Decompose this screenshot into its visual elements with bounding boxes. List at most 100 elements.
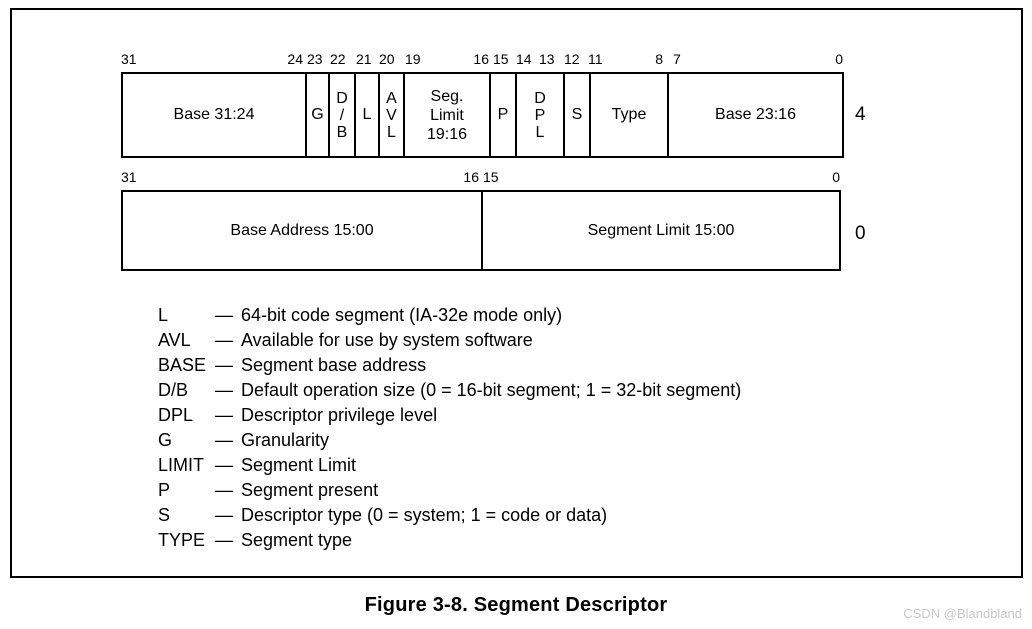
legend-dash-limit: — [215,455,233,475]
field-seg-limit-19-16-stack: Seg. Limit 19:16 [427,87,467,144]
field-base-23-16-label: Base 23:16 [715,106,796,123]
bit-label-12-high: 12 [564,51,580,67]
legend-dash-g: — [215,430,233,450]
field-base-address-15-00: Base Address 15:00 [123,192,483,269]
legend-description-type: Segment type [241,530,353,550]
legend-item-p: P — Segment present [158,478,741,503]
field-avl-line-3: L [387,123,396,141]
field-l-label: L [362,106,372,123]
legend-item-type: TYPE — Segment type [158,528,741,553]
offset-label-0: 0 [855,223,866,244]
field-dpl-stack: D P L [534,90,546,141]
field-db-line-3: B [336,123,348,141]
legend-dash-s: — [215,505,233,525]
field-avl-line-1: A [386,89,397,107]
field-avl-line-2: V [386,106,397,124]
legend-term-limit: LIMIT [158,455,205,475]
legend-item-limit: LIMIT — Segment Limit [158,453,741,478]
field-segment-limit-15-00: Segment Limit 15:00 [483,192,839,269]
field-db-stack: D / B [336,90,348,141]
field-db: D / B [330,74,356,156]
field-seg-limit-line-2: Limit [430,106,464,124]
field-segment-limit-label: Segment Limit 15:00 [587,221,735,239]
legend-dash-type: — [215,530,233,550]
legend-item-db: D/B — Default operation size (0 = 16-bit… [158,378,741,403]
field-s-label: S [571,106,583,123]
field-seg-limit-line-1: Seg. [430,87,464,105]
field-db-line-1: D [336,89,348,107]
bit-label-23-high: 23 [307,51,323,67]
legend-item-s: S — Descriptor type (0 = system; 1 = cod… [158,503,741,528]
legend-dash-db: — [215,380,233,400]
legend-description-limit: Segment Limit [241,455,357,475]
bit-label-14-high: 14 [516,51,532,67]
field-seg-limit-19-16: Seg. Limit 19:16 [405,74,491,156]
bit-label-20-high: 20 [379,51,395,67]
watermark: CSDN @Blandbland [903,606,1022,621]
legend-item-base: BASE — Segment base address [158,353,741,378]
legend-term-dpl: DPL [158,405,194,425]
bit-label-8-high: 8 [655,51,663,67]
legend-term-avl: AVL [158,330,191,350]
bit-label-24-high: 24 [287,51,303,67]
legend-dash-l: — [215,305,233,325]
field-dpl-line-1: D [534,89,546,107]
legend-description-p: Segment present [241,480,379,500]
field-dpl: D P L [517,74,565,156]
offset-label-4: 4 [855,104,866,125]
low-doubleword-row: Base Address 15:00 Segment Limit 15:00 [121,190,841,271]
field-p: P [491,74,517,156]
legend-item-dpl: DPL — Descriptor privilege level [158,403,741,428]
legend-item-avl: AVL — Available for use by system softwa… [158,328,741,353]
legend-dash-dpl: — [215,405,233,425]
legend: L — 64-bit code segment (IA-32e mode onl… [158,303,741,553]
legend-dash-avl: — [215,330,233,350]
field-avl: A V L [380,74,405,156]
bit-label-21-high: 21 [356,51,372,67]
bit-label-15-high: 15 [493,51,509,67]
field-l: L [356,74,380,156]
bit-label-0-low: 0 [832,169,840,185]
legend-term-db: D/B [158,380,189,400]
field-type: Type [591,74,669,156]
legend-dash-base: — [215,355,233,375]
field-base-31-24: Base 31:24 [123,74,307,156]
field-base-23-16: Base 23:16 [669,74,842,156]
bit-label-7-high: 7 [673,51,681,67]
bit-label-16-low: 16 [463,169,479,185]
high-doubleword-row: Base 31:24 G D / B L A V L Seg. Limit 19… [121,72,844,158]
bit-label-11-high: 11 [588,51,603,67]
bit-label-15-low: 15 [483,169,499,185]
legend-dash-p: — [215,480,233,500]
field-db-line-2: / [339,106,345,124]
field-type-label: Type [611,106,647,123]
field-g: G [307,74,330,156]
legend-description-avl: Available for use by system software [241,330,533,350]
legend-description-dpl: Descriptor privilege level [241,405,438,425]
field-base-31-24-label: Base 31:24 [173,106,255,123]
legend-description-db: Default operation size (0 = 16-bit segme… [241,380,742,400]
legend-term-base: BASE [158,355,207,375]
legend-description-s: Descriptor type (0 = system; 1 = code or… [241,505,608,525]
field-seg-limit-line-3: 19:16 [426,125,468,143]
bit-label-13-high: 13 [539,51,555,67]
bit-label-31-high: 31 [121,51,137,67]
field-avl-stack: A V L [386,90,397,141]
field-dpl-line-3: L [535,123,545,141]
legend-term-l: L [158,305,169,325]
legend-item-l: L — 64-bit code segment (IA-32e mode onl… [158,303,741,328]
legend-description-g: Granularity [241,430,330,450]
legend-item-g: G — Granularity [158,428,741,453]
field-dpl-line-2: P [534,106,546,124]
figure-caption: Figure 3-8. Segment Descriptor [364,594,668,616]
bit-label-19-high: 19 [405,51,421,67]
legend-description-l: 64-bit code segment (IA-32e mode only) [241,305,563,325]
legend-description-base: Segment base address [241,355,427,375]
bit-label-0-high: 0 [835,51,843,67]
bit-label-31-low: 31 [121,169,137,185]
bit-label-16-high: 16 [473,51,489,67]
legend-term-p: P [158,480,171,500]
field-s: S [565,74,591,156]
field-base-address-label: Base Address 15:00 [230,221,374,239]
legend-term-s: S [158,505,171,525]
